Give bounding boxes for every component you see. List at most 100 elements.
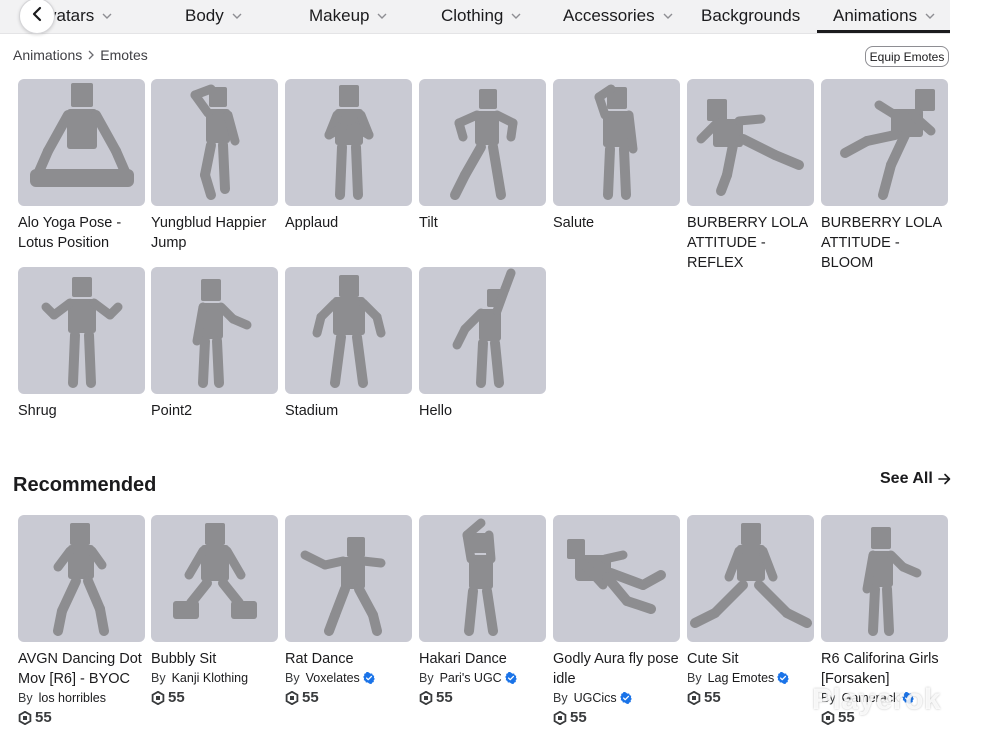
item-title: Hakari Dance [419,651,507,667]
chevron-down-icon [663,13,673,19]
emote-card[interactable]: Point2 [151,267,278,421]
recommended-item[interactable]: Rat Dance By Voxelates 55 [285,515,412,706]
tab-animations[interactable]: Animations [833,0,935,32]
emote-card[interactable]: Hello [419,267,546,421]
mannequin-figure [696,99,804,196]
tab-accessories[interactable]: Accessories [563,0,673,32]
tab-clothing[interactable]: Clothing [441,0,521,32]
item-thumbnail [419,515,546,642]
mannequin-figure [300,537,386,636]
recommended-item[interactable]: Hakari Dance By Pari's UGC 55 [419,515,546,706]
emote-thumbnail [419,79,546,206]
chevron-down-icon [232,13,242,19]
tab-body[interactable]: Body [185,0,242,32]
mannequin-figure [173,523,257,619]
verified-badge-icon [777,672,790,684]
robux-icon [18,710,32,725]
price-value: 55 [570,709,587,726]
tab-makeup[interactable]: Makeup [309,0,387,32]
emote-title: BURBERRY LOLA ATTITUDE - BLOOM [821,215,942,271]
emote-card[interactable]: Yungblud Happier Jump [151,79,278,253]
emote-thumbnail [285,267,412,394]
emote-thumbnail [821,79,948,206]
creator-name[interactable]: los horribles [39,691,106,705]
mannequin-figure [840,89,936,200]
mannequin-figure [312,275,386,388]
chevron-right-icon [88,50,95,60]
item-thumbnail [821,515,948,642]
price-value: 55 [302,689,319,706]
emote-title: Applaud [285,215,339,231]
emote-card[interactable]: Salute [553,79,680,233]
emote-card[interactable]: BURBERRY LOLA ATTITUDE - REFLEX [687,79,814,273]
price-value: 55 [704,689,721,706]
emote-card[interactable]: Alo Yoga Pose - Lotus Position [18,79,145,253]
breadcrumb-animations[interactable]: Animations [13,47,82,63]
emote-card[interactable]: Shrug [18,267,145,421]
emote-card[interactable]: Tilt [419,79,546,233]
active-tab-indicator [817,30,950,33]
emote-title: Shrug [18,403,57,419]
item-price: 55 [18,709,145,726]
tab-avatars[interactable]: vatars [48,0,112,32]
robux-icon [419,690,433,705]
tab-label: Backgrounds [701,6,801,25]
emote-thumbnail [687,79,814,206]
creator-name[interactable]: Pari's UGC [440,671,502,685]
emote-thumbnail [18,79,145,206]
recommended-item[interactable]: Bubbly Sit By Kanji Klothing 55 [151,515,278,706]
item-thumbnail [687,515,814,642]
category-nav: vatars Body Makeup Clothing Accessories … [0,0,950,34]
item-creator: By UGCics [553,691,680,705]
mannequin-figure [462,518,498,636]
item-creator: By Pari's UGC [419,671,546,685]
item-title: AVGN Dancing Dot Mov [R6] - BYOC [18,651,142,687]
chevron-left-icon [32,6,42,27]
emote-thumbnail [285,79,412,206]
equip-emotes-button[interactable]: Equip Emotes [865,46,949,67]
emote-title: Stadium [285,403,339,419]
breadcrumb: Animations Emotes [13,47,148,63]
by-label: By [18,691,33,705]
robux-icon [553,710,567,725]
emote-card[interactable]: BURBERRY LOLA ATTITUDE - BLOOM [821,79,948,273]
item-thumbnail [151,515,278,642]
mannequin-figure [450,89,518,200]
emote-card[interactable]: Stadium [285,267,412,421]
by-label: By [553,691,568,705]
emote-thumbnail [18,267,145,394]
creator-name[interactable]: UGCics [574,691,617,705]
verified-badge-icon [363,672,375,684]
by-label: By [687,671,702,685]
item-creator: By Voxelates [285,671,412,685]
mannequin-figure [594,84,638,200]
see-all-link[interactable]: See All [880,470,951,488]
tab-backgrounds[interactable]: Backgrounds [701,0,800,32]
item-creator: By Lag Emotes [687,671,814,685]
robux-icon [151,690,165,705]
chevron-down-icon [511,13,521,19]
emote-title: Tilt [419,215,438,231]
mannequin-figure [690,523,812,628]
see-all-label: See All [880,470,933,487]
mannequin-figure [567,539,666,614]
verified-badge-icon [619,692,632,704]
recommended-item[interactable]: Cute Sit By Lag Emotes 55 [687,515,814,706]
creator-name[interactable]: Kanji Klothing [172,671,248,685]
item-title: Godly Aura fly pose idle [553,651,679,687]
item-price: 55 [151,689,278,706]
price-value: 55 [436,689,453,706]
emote-card[interactable]: Applaud [285,79,412,233]
recommended-item[interactable]: Godly Aura fly pose idle By UGCics 55 [553,515,680,726]
creator-name[interactable]: Voxelates [306,671,360,685]
price-value: 55 [35,709,52,726]
emote-title: Alo Yoga Pose - Lotus Position [18,215,122,251]
creator-name[interactable]: Lag Emotes [708,671,775,685]
item-creator: By los horribles [18,691,145,705]
robux-icon [285,690,299,705]
recommended-heading: Recommended [13,474,157,496]
emote-title: Yungblud Happier Jump [151,215,267,251]
tab-label: Makeup [309,6,370,25]
recommended-item[interactable]: AVGN Dancing Dot Mov [R6] - BYOC By los ho… [18,515,145,726]
item-thumbnail [553,515,680,642]
